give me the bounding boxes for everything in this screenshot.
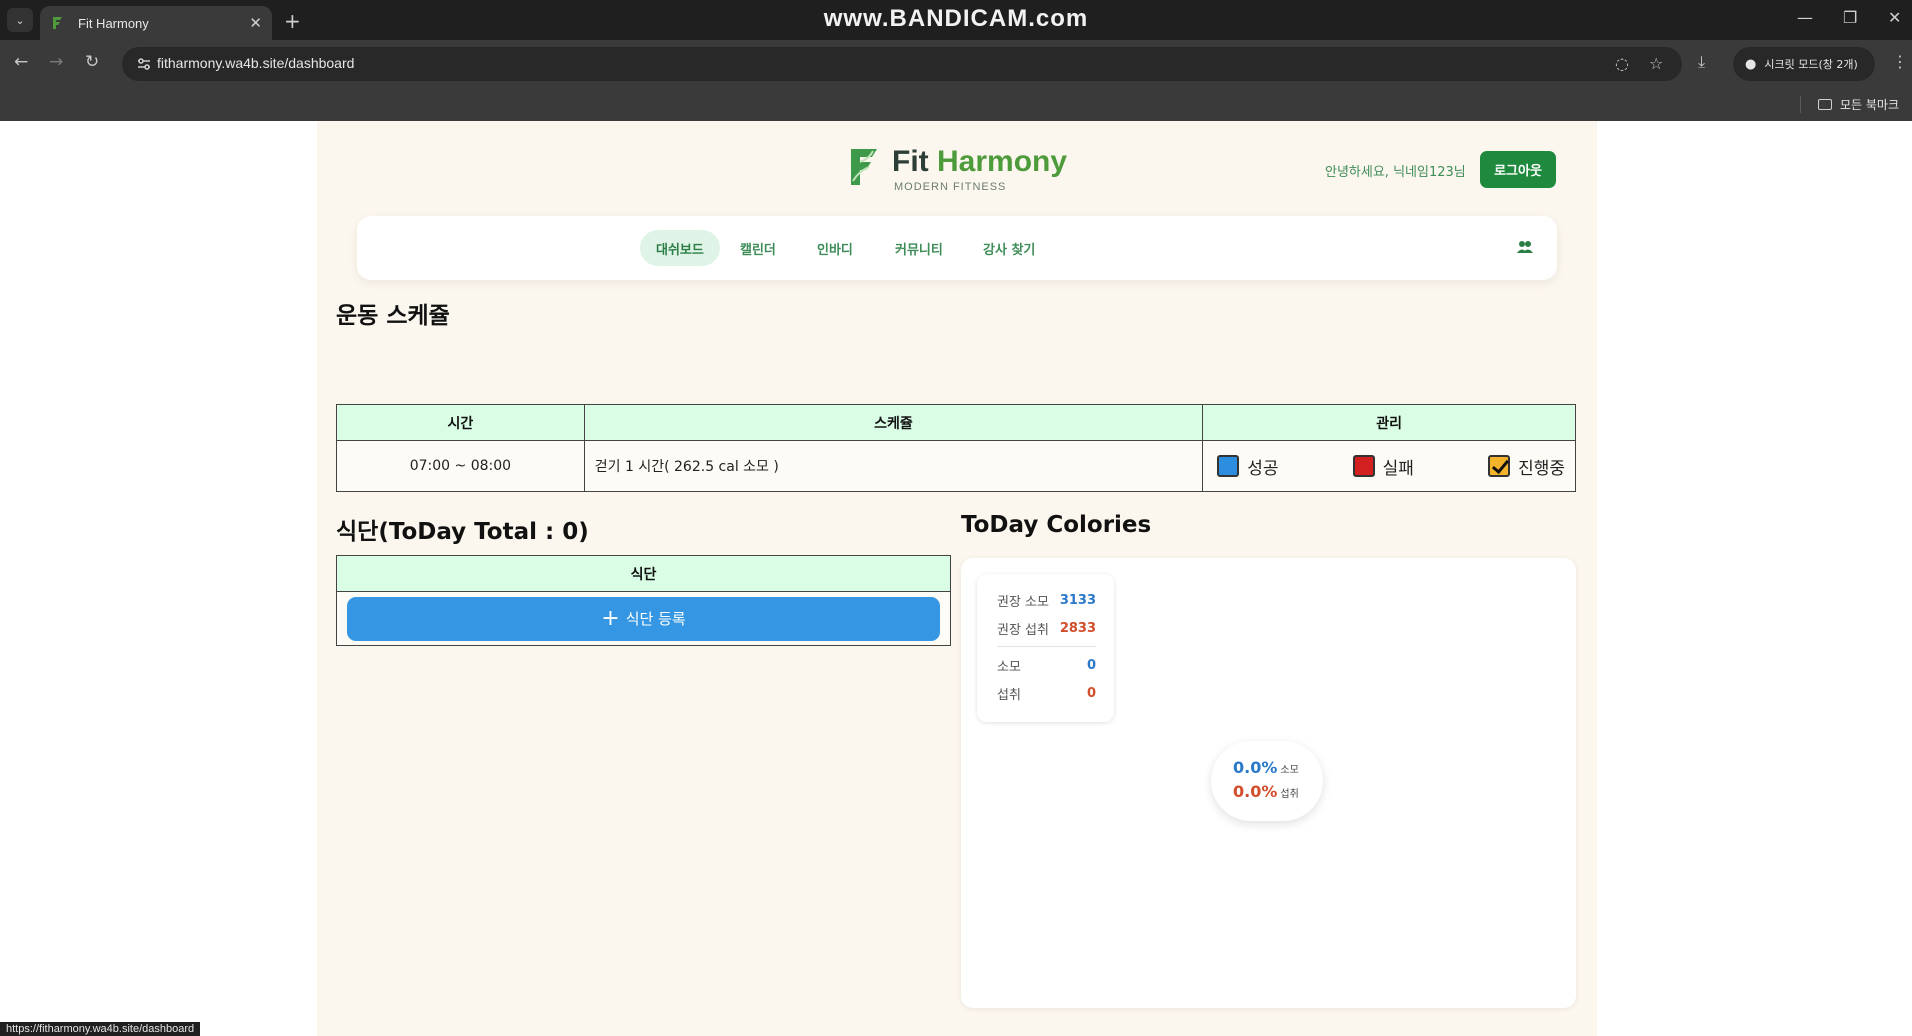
recommended-intake-row: 권장 섭취 2833	[997, 614, 1096, 642]
intake-percent: 0.0% 섭취	[1233, 782, 1323, 806]
nav-tab-find-trainer[interactable]: 강사 찾기	[967, 230, 1051, 266]
burned-value: 0	[1086, 657, 1096, 673]
meal-table: 식단 + 식단 등록	[336, 555, 951, 646]
intake-value: 0	[1086, 685, 1096, 701]
restore-icon[interactable]: ❐	[1843, 8, 1857, 27]
brand-tagline: MODERN FITNESS	[894, 181, 1007, 193]
all-bookmarks-label: 모든 북마크	[1840, 98, 1900, 112]
browser-titlebar: ⌄ Fit Harmony ✕ + www.BANDICAM.com — ❐ ✕	[0, 0, 1912, 40]
burn-percent-label: 소모	[1280, 765, 1299, 776]
intake-row: 섭취 0	[997, 679, 1096, 707]
table-row: + 식단 등록	[336, 591, 951, 646]
in-progress-label: 진행중	[1518, 458, 1565, 479]
reload-icon[interactable]: ↻	[85, 52, 99, 72]
in-progress-checkbox[interactable]	[1488, 455, 1511, 477]
recommended-burn-value: 3133	[1059, 592, 1096, 608]
bookmark-separator	[1800, 96, 1801, 113]
eye-off-icon[interactable]: ◌	[1615, 54, 1629, 73]
more-menu-icon[interactable]: ⋮	[1892, 52, 1908, 71]
download-icon[interactable]: ⤓	[1698, 52, 1705, 72]
intake-label: 섭취	[997, 687, 1021, 703]
schedule-title: 운동 스케쥴	[336, 303, 450, 329]
link-status-bubble: https://fitharmony.wa4b.site/dashboard	[0, 1022, 201, 1036]
url-text: fitharmony.wa4b.site/dashboard	[157, 55, 355, 71]
column-header-meal: 식단	[336, 555, 951, 592]
nav-tab-inbody[interactable]: 인바디	[801, 230, 869, 266]
nav-tab-dashboard[interactable]: 대쉬보드	[640, 230, 720, 266]
brand-fit-text: Fit	[892, 145, 929, 178]
calorie-stats: 권장 소모 3133 권장 섭취 2833 소모 0 섭취 0	[977, 574, 1114, 722]
status-success-option[interactable]: 성공	[1217, 454, 1278, 479]
incognito-indicator[interactable]: ● 시크릿 모드(창 2개)	[1733, 47, 1875, 81]
all-bookmarks-button[interactable]: 모든 북마크	[1818, 96, 1899, 113]
intake-percent-label: 섭취	[1280, 789, 1299, 800]
add-meal-button[interactable]: + 식단 등록	[347, 596, 940, 641]
browser-toolbar: ← → ↻ fitharmony.wa4b.site/dashboard ◌ ☆…	[0, 40, 1912, 88]
bookmark-star-icon[interactable]: ☆	[1649, 54, 1663, 73]
schedule-table: 시간 스케쥴 관리 07:00 ~ 08:00 걷기 1 시간( 262.5 c…	[336, 404, 1576, 492]
success-label: 성공	[1247, 458, 1279, 479]
table-row: 07:00 ~ 08:00 걷기 1 시간( 262.5 cal 소모 ) 성공…	[336, 440, 1576, 492]
burn-percent: 0.0% 소모	[1233, 758, 1323, 782]
site-info-icon[interactable]	[136, 56, 152, 72]
success-checkbox[interactable]	[1217, 455, 1240, 477]
brand-name: Fit Harmony	[892, 145, 1067, 179]
page-container: Fit Harmony MODERN FITNESS 안녕하세요, 닉네임123…	[317, 121, 1597, 1036]
calories-title: ToDay Colories	[961, 512, 1152, 538]
recording-watermark: www.BANDICAM.com	[823, 5, 1089, 32]
burned-row: 소모 0	[997, 651, 1096, 679]
bookmark-bar: 모든 북마크	[0, 88, 1912, 121]
calories-card: 권장 소모 3133 권장 섭취 2833 소모 0 섭취 0 0.0% 소모 …	[961, 558, 1576, 1008]
recommended-burn-label: 권장 소모	[997, 594, 1049, 610]
intake-percent-value: 0.0%	[1233, 782, 1278, 801]
status-fail-option[interactable]: 실패	[1352, 454, 1414, 479]
users-icon[interactable]	[1517, 240, 1533, 254]
fail-label: 실패	[1382, 458, 1414, 479]
close-window-icon[interactable]: ✕	[1888, 8, 1901, 27]
forward-icon[interactable]: →	[49, 52, 63, 72]
main-nav: 대쉬보드 캘린더 인바디 커뮤니티 강사 찾기	[357, 216, 1557, 280]
leaf-logo-icon	[851, 149, 877, 185]
burned-label: 소모	[997, 659, 1021, 675]
schedule-text: 걷기 1 시간( 262.5 cal 소모 )	[583, 440, 1204, 492]
recommended-intake-label: 권장 섭취	[997, 622, 1049, 638]
plus-icon: +	[601, 605, 620, 631]
nav-tab-calendar[interactable]: 캘린더	[724, 230, 792, 266]
meal-title: 식단(ToDay Total : 0)	[336, 519, 589, 545]
back-icon[interactable]: ←	[14, 52, 28, 72]
meal-add-cell: + 식단 등록	[336, 591, 951, 646]
fail-checkbox[interactable]	[1352, 455, 1375, 477]
minimize-icon[interactable]: —	[1797, 8, 1813, 27]
nav-tab-community[interactable]: 커뮤니티	[879, 230, 959, 266]
address-bar[interactable]: fitharmony.wa4b.site/dashboard ◌ ☆	[122, 47, 1682, 81]
brand-harmony-text: Harmony	[937, 145, 1068, 178]
schedule-time: 07:00 ~ 08:00	[336, 440, 585, 492]
status-in-progress-option[interactable]: 진행중	[1488, 454, 1565, 479]
page-viewport: Fit Harmony MODERN FITNESS 안녕하세요, 닉네임123…	[0, 121, 1912, 1036]
recommended-burn-row: 권장 소모 3133	[997, 586, 1096, 614]
column-header-time: 시간	[336, 404, 585, 441]
column-header-manage: 관리	[1202, 404, 1576, 441]
logout-button[interactable]: 로그아웃	[1480, 151, 1556, 188]
incognito-icon: ●	[1745, 56, 1757, 72]
column-header-schedule: 스케쥴	[583, 404, 1204, 441]
incognito-label: 시크릿 모드(창 2개)	[1764, 58, 1858, 71]
schedule-manage-cell: 성공 실패 진행중	[1202, 440, 1576, 492]
recommended-intake-value: 2833	[1059, 620, 1096, 636]
add-meal-label: 식단 등록	[625, 610, 686, 628]
stats-divider	[997, 646, 1096, 647]
burn-percent-value: 0.0%	[1233, 758, 1278, 777]
user-greeting: 안녕하세요, 닉네임123님	[1325, 165, 1466, 180]
folder-icon	[1818, 99, 1832, 110]
calorie-percent-bubble: 0.0% 소모 0.0% 섭취	[1211, 741, 1323, 821]
